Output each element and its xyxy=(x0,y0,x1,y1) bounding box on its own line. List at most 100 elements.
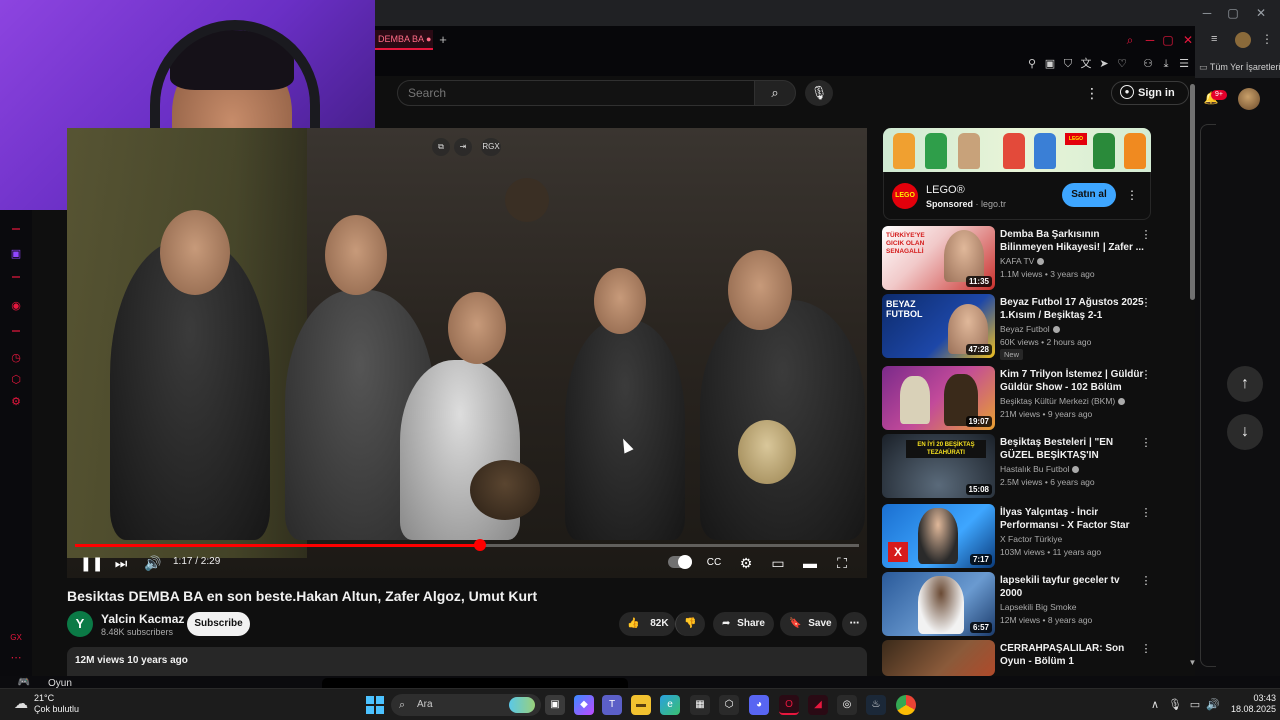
teams-icon[interactable]: T xyxy=(602,695,622,715)
rec-title[interactable]: Beyaz Futbol 17 Ağustos 2025 1.Kısım / B… xyxy=(1000,296,1144,322)
video-thumbnail[interactable]: 6:57 xyxy=(882,572,995,636)
search-input[interactable] xyxy=(397,80,755,106)
game-bar-handle[interactable] xyxy=(322,678,628,688)
channel-avatar[interactable]: Y xyxy=(67,611,93,637)
share-button[interactable]: ➦ Share xyxy=(713,612,774,636)
file-explorer-icon[interactable]: ▬ xyxy=(631,695,651,715)
clock-date[interactable]: 18.08.2025 xyxy=(1220,704,1276,714)
rec-title[interactable]: Demba Ba Şarkısının Bilinmeyen Hikayesi!… xyxy=(1000,228,1144,254)
app-icon[interactable]: ⬡ xyxy=(719,695,739,715)
account-icon[interactable]: ⚇ xyxy=(1140,56,1156,72)
gx-minimize-button[interactable]: ─ xyxy=(1142,32,1158,48)
list-item[interactable]: 6:57 lapsekili tayfur geceler tv 2000 La… xyxy=(882,572,1182,636)
ad-buy-button[interactable]: Satın al xyxy=(1062,183,1116,207)
rec-menu-button[interactable]: ⋮ xyxy=(1140,506,1152,520)
list-item[interactable]: EN İYİ 20 BEŞİKTAŞ TEZAHÜRATI 15:08 Beşi… xyxy=(882,434,1182,498)
settings-gear-icon[interactable]: ⚙ xyxy=(736,554,756,572)
profile-icon[interactable] xyxy=(1235,32,1251,48)
copilot-icon[interactable]: ◆ xyxy=(574,695,594,715)
video-thumbnail[interactable]: 19:07 xyxy=(882,366,995,430)
steam-icon[interactable]: ♨ xyxy=(866,695,886,715)
minimize-button[interactable]: ─ xyxy=(1194,4,1220,22)
extensions-icon[interactable]: ⬡ xyxy=(8,372,24,388)
avatar[interactable] xyxy=(1238,88,1260,110)
video-thumbnail[interactable]: TÜRKİYE'YE GICIK OLAN SENAGALLİ 11:35 xyxy=(882,226,995,290)
miniplayer-button[interactable]: ▭ xyxy=(768,554,788,572)
history-icon[interactable]: ◷ xyxy=(8,350,24,366)
start-button[interactable] xyxy=(366,696,384,714)
app-icon-2[interactable]: ◎ xyxy=(837,695,857,715)
progress-scrubber[interactable] xyxy=(474,539,486,551)
download-icon[interactable]: ⤓ xyxy=(1158,56,1174,72)
rec-menu-button[interactable]: ⋮ xyxy=(1140,228,1152,242)
rec-channel[interactable]: Hastalık Bu Futbol xyxy=(1000,464,1150,474)
gx-logo-icon[interactable]: GX xyxy=(8,630,24,646)
rec-channel[interactable]: Lapsekili Big Smoke xyxy=(1000,602,1150,612)
shield-icon[interactable]: ⛉ xyxy=(1060,56,1076,72)
autoplay-toggle[interactable] xyxy=(668,555,692,569)
rec-title[interactable]: CERRAHPAŞALILAR: Son Oyun - Bölüm 1 xyxy=(1000,642,1144,668)
settings-icon[interactable]: ⚙ xyxy=(8,394,24,410)
player-icon[interactable]: ◉ xyxy=(8,298,24,314)
rec-menu-button[interactable]: ⋮ xyxy=(1140,436,1152,450)
sign-in-button[interactable]: ● Sign in xyxy=(1111,81,1189,105)
tab-demba-ba[interactable]: DEMBA BA ● xyxy=(375,30,433,50)
menu-icon[interactable]: ⋮ xyxy=(1261,32,1273,46)
channel-name[interactable]: Yalcin Kacmaz xyxy=(101,612,184,626)
scroll-up-button[interactable]: ↑ xyxy=(1227,366,1263,402)
gx-maximize-button[interactable]: ▢ xyxy=(1160,32,1176,48)
video-thumbnail[interactable]: EN İYİ 20 BEŞİKTAŞ TEZAHÜRATI 15:08 xyxy=(882,434,995,498)
opera-gx-alt-icon[interactable]: ◢ xyxy=(808,695,828,715)
video-thumbnail[interactable] xyxy=(882,640,995,676)
list-item[interactable]: TÜRKİYE'YE GICIK OLAN SENAGALLİ 11:35 De… xyxy=(882,226,1182,290)
translate-icon[interactable]: 文 xyxy=(1078,56,1094,72)
next-button[interactable]: ⏭ xyxy=(111,554,131,572)
microphone-icon[interactable]: 🎙 xyxy=(1168,698,1182,712)
pip-icon[interactable]: ⧉ xyxy=(432,138,450,156)
easy-setup-icon[interactable]: ☰ xyxy=(1176,56,1192,72)
maximize-button[interactable]: ▢ xyxy=(1220,4,1246,22)
rec-channel[interactable]: KAFA TV xyxy=(1000,256,1150,266)
chrome-icon[interactable] xyxy=(896,695,916,715)
search-button[interactable]: ⌕ xyxy=(754,80,796,106)
task-view-icon[interactable]: ▣ xyxy=(545,695,565,715)
new-tab-button[interactable]: + xyxy=(436,32,450,48)
theater-mode-button[interactable]: ▬ xyxy=(800,554,820,572)
rec-menu-button[interactable]: ⋮ xyxy=(1140,368,1152,382)
captions-button[interactable]: CC xyxy=(704,554,724,572)
settings-menu-button[interactable]: ⋮ xyxy=(1083,84,1101,102)
gx-search-icon[interactable]: ⌕ xyxy=(1122,32,1138,48)
rec-title[interactable]: Kim 7 Trilyon İstemez | Güldür Güldür Sh… xyxy=(1000,368,1144,394)
cloud-icon[interactable]: ☁ xyxy=(12,694,30,712)
volume-icon[interactable]: 🔊 xyxy=(1206,698,1220,712)
save-button[interactable]: 🔖 Save xyxy=(780,612,837,636)
more-actions-button[interactable]: ⋯ xyxy=(842,612,867,636)
scroll-down-arrow[interactable]: ▼ xyxy=(1188,658,1197,668)
rec-menu-button[interactable]: ⋮ xyxy=(1140,642,1152,656)
discord-icon[interactable]: ◕ xyxy=(749,695,769,715)
rec-channel[interactable]: Beyaz Futbol xyxy=(1000,324,1150,334)
volume-button[interactable]: 🔊 xyxy=(143,554,163,572)
ad-menu-button[interactable]: ⋮ xyxy=(1125,187,1139,203)
edge-icon[interactable]: e xyxy=(660,695,680,715)
reading-list-icon[interactable]: ≡ xyxy=(1211,33,1217,45)
rec-title[interactable]: lapsekili tayfur geceler tv 2000 xyxy=(1000,574,1144,600)
rgx-badge[interactable]: RGX xyxy=(481,138,501,156)
list-item[interactable]: CERRAHPAŞALILAR: Son Oyun - Bölüm 1 ⋮ xyxy=(882,640,1182,676)
list-item[interactable]: X 7:17 İlyas Yalçıntaş - İncir Performan… xyxy=(882,504,1182,568)
display-icon[interactable]: ▭ xyxy=(1188,698,1202,712)
close-button[interactable]: ✕ xyxy=(1248,4,1274,22)
snapshot-icon[interactable]: ▣ xyxy=(1042,56,1058,72)
store-icon[interactable]: ▦ xyxy=(690,695,710,715)
rec-title[interactable]: İlyas Yalçıntaş - İncir Performansı - X … xyxy=(1000,506,1144,532)
tray-chevron-icon[interactable]: ∧ xyxy=(1148,698,1162,712)
subscribe-button[interactable]: Subscribe xyxy=(187,612,250,636)
voice-search-button[interactable]: 🎙 xyxy=(805,80,833,106)
popout-icon[interactable]: ⇥ xyxy=(454,138,472,156)
rec-menu-button[interactable]: ⋮ xyxy=(1140,296,1152,310)
more-icon[interactable]: ⋯ xyxy=(8,650,24,666)
fullscreen-button[interactable]: ⛶ xyxy=(832,554,852,572)
like-button[interactable]: 👍 82K xyxy=(619,612,675,636)
rec-channel[interactable]: X Factor Türkiye xyxy=(1000,534,1150,544)
pin-icon[interactable]: ⚲ xyxy=(1024,56,1040,72)
